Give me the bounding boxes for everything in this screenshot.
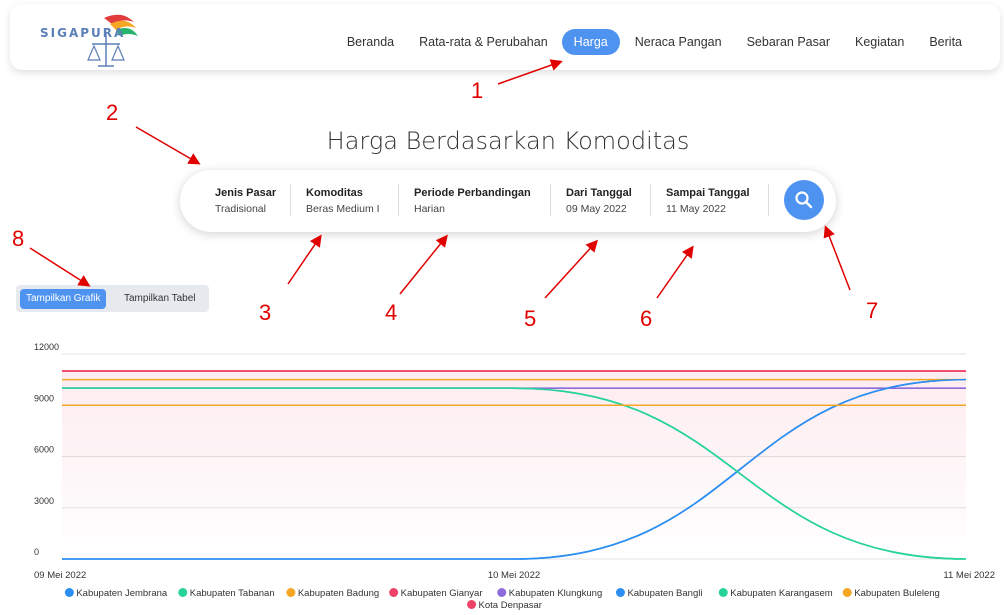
legend-label-kabupaten-tabanan[interactable]: Kabupaten Tabanan xyxy=(190,588,275,599)
legend-marker-kabupaten-gianyar[interactable] xyxy=(389,588,399,597)
legend-label-kabupaten-karangasem[interactable]: Kabupaten Karangasem xyxy=(730,588,833,599)
legend-row: Kota Denpasar xyxy=(467,600,542,611)
legend-label-kabupaten-klungkung[interactable]: Kabupaten Klungkung xyxy=(509,588,603,599)
annotation-8: 8 xyxy=(12,226,25,251)
annotation-arrow-8 xyxy=(29,247,91,287)
y-tick-label: 0 xyxy=(34,547,39,557)
y-tick-label: 9000 xyxy=(34,393,54,403)
x-tick-label: 11 Mei 2022 xyxy=(943,570,995,581)
annotation-3: 3 xyxy=(259,300,272,325)
annotation-arrow-3 xyxy=(287,234,322,285)
legend-row: Kabupaten Jembrana Kabupaten Tabanan Kabup… xyxy=(64,588,940,599)
legend-marker-kabupaten-tabanan[interactable] xyxy=(178,588,188,597)
legend-marker-kabupaten-buleleng[interactable] xyxy=(842,588,852,597)
y-tick-label: 12000 xyxy=(34,342,59,352)
price-line-chart: 0 3000 6000 9000 12000 09 Mei 2022 10 Mei 2022… xyxy=(34,342,995,611)
annotation-6: 6 xyxy=(640,306,653,331)
annotation-arrow-6 xyxy=(656,245,694,299)
legend-marker-kabupaten-karangasem[interactable] xyxy=(718,588,728,597)
x-tick-label: 10 Mei 2022 xyxy=(488,570,540,581)
legend-marker-kabupaten-klungkung[interactable] xyxy=(497,588,507,597)
annotation-arrow-5 xyxy=(544,239,599,299)
legend-marker-kabupaten-jembrana[interactable] xyxy=(64,588,74,597)
annotation-2: 2 xyxy=(106,100,119,125)
legend-marker-kabupaten-badung[interactable] xyxy=(286,588,296,597)
annotation-arrow-7 xyxy=(823,225,851,291)
legend-label-kabupaten-jembrana[interactable]: Kabupaten Jembrana xyxy=(76,588,168,599)
legend-marker-kota-denpasar[interactable] xyxy=(467,600,477,609)
legend-label-kabupaten-badung[interactable]: Kabupaten Badung xyxy=(298,588,379,599)
annotation-arrow-4 xyxy=(399,234,448,295)
annotation-arrow-2 xyxy=(135,126,201,165)
legend-label-kabupaten-buleleng[interactable]: Kabupaten Buleleng xyxy=(854,588,940,599)
legend-label-kota-denpasar[interactable]: Kota Denpasar xyxy=(479,600,542,611)
annotation-arrow-1 xyxy=(497,59,563,85)
legend-label-kabupaten-gianyar[interactable]: Kabupaten Gianyar xyxy=(401,588,483,599)
y-tick-label: 6000 xyxy=(34,445,54,455)
annotation-7: 7 xyxy=(866,298,879,323)
legend-label-kabupaten-bangli[interactable]: Kabupaten Bangli xyxy=(627,588,702,599)
annotation-5: 5 xyxy=(524,306,537,331)
legend-marker-kabupaten-bangli[interactable] xyxy=(615,588,625,597)
annotation-4: 4 xyxy=(385,300,398,325)
x-tick-label: 09 Mei 2022 xyxy=(34,570,86,581)
annotation-1: 1 xyxy=(471,78,484,103)
y-tick-label: 3000 xyxy=(34,496,54,506)
